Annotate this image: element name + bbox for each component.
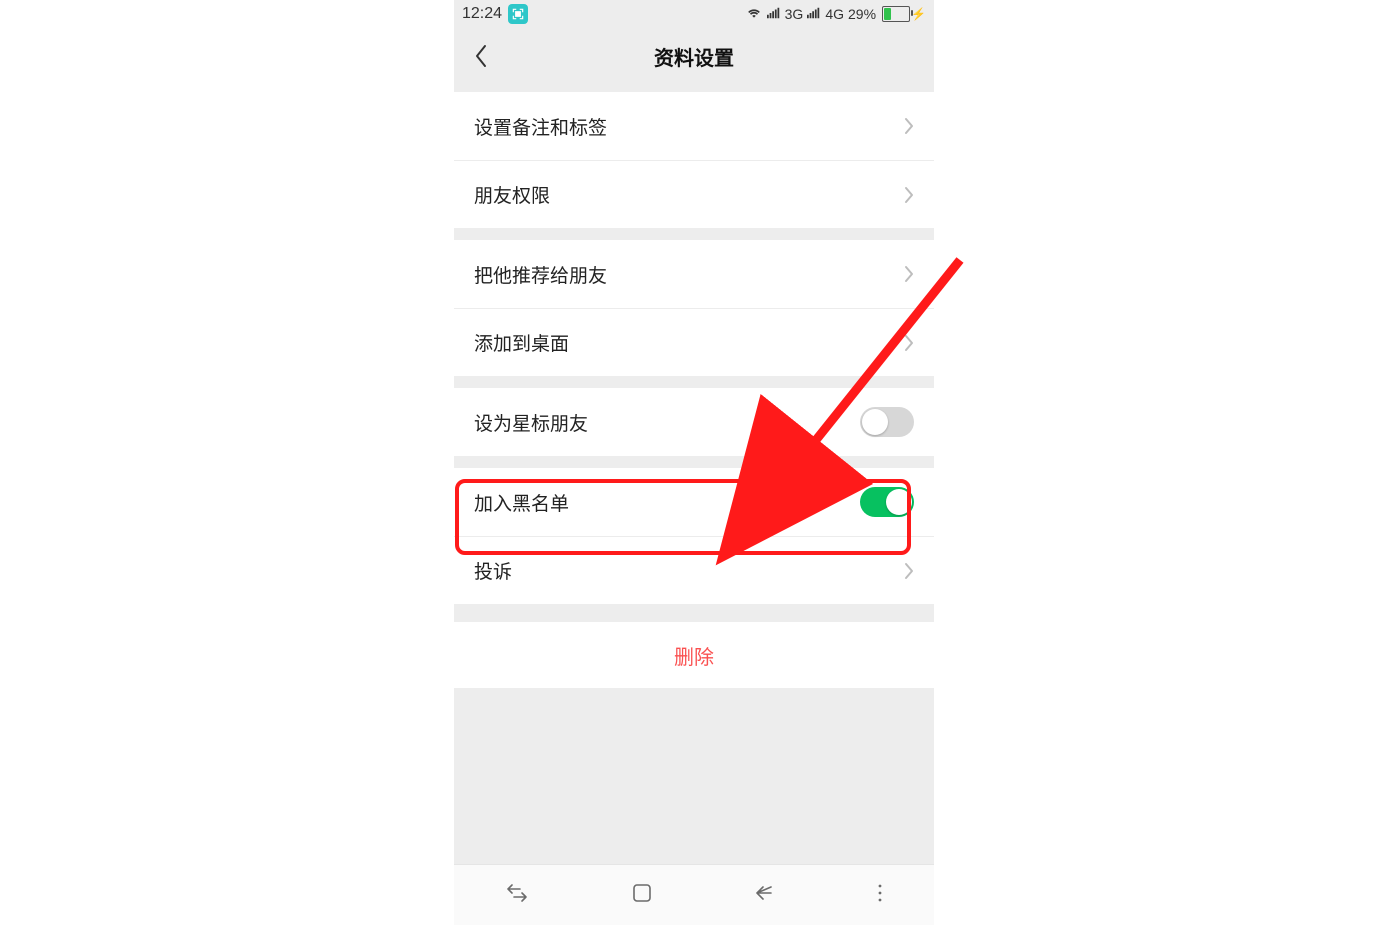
signal-4g-icon: [807, 6, 821, 22]
delete-button[interactable]: 删除: [454, 622, 934, 688]
status-net1: 3G: [785, 6, 804, 22]
row-remark[interactable]: 设置备注和标签: [454, 92, 934, 160]
group-basic: 设置备注和标签 朋友权限: [454, 92, 934, 228]
status-battery-pct: 29%: [848, 6, 876, 22]
row-recommend[interactable]: 把他推荐给朋友: [454, 240, 934, 308]
chevron-right-icon: [904, 265, 914, 283]
scan-icon: [508, 4, 528, 24]
row-report[interactable]: 投诉: [454, 536, 934, 604]
chevron-right-icon: [904, 117, 914, 135]
nav-recent-button[interactable]: [488, 875, 546, 916]
row-star: 设为星标朋友: [454, 388, 934, 456]
wifi-icon: [745, 6, 763, 23]
toggle-star[interactable]: [860, 407, 914, 437]
page-title: 资料设置: [654, 42, 734, 71]
status-net2: 4G: [825, 6, 844, 22]
row-shortcut[interactable]: 添加到桌面: [454, 308, 934, 376]
back-button[interactable]: [466, 28, 496, 84]
page-header: 资料设置: [454, 28, 934, 84]
toggle-blacklist[interactable]: [860, 487, 914, 517]
row-remark-label: 设置备注和标签: [474, 113, 607, 140]
signal-3g-icon: [767, 6, 781, 22]
row-privacy-label: 朋友权限: [474, 181, 550, 208]
status-time: 12:24: [462, 5, 502, 23]
android-navbar: [454, 864, 934, 925]
row-blacklist-label: 加入黑名单: [474, 489, 569, 516]
chevron-right-icon: [904, 186, 914, 204]
chevron-right-icon: [904, 334, 914, 352]
row-blacklist: 加入黑名单: [454, 468, 934, 536]
row-star-label: 设为星标朋友: [474, 409, 588, 436]
row-report-label: 投诉: [474, 557, 512, 584]
chevron-right-icon: [904, 562, 914, 580]
nav-back-button[interactable]: [737, 875, 791, 916]
row-privacy[interactable]: 朋友权限: [454, 160, 934, 228]
group-star: 设为星标朋友: [454, 388, 934, 456]
group-block: 加入黑名单 投诉: [454, 468, 934, 604]
nav-home-button[interactable]: [615, 874, 669, 917]
status-right: 3G 4G 29% ⚡: [745, 6, 926, 23]
row-shortcut-label: 添加到桌面: [474, 329, 569, 356]
phone-frame: 12:24 3G 4G 29% ⚡: [454, 0, 934, 925]
status-bar: 12:24 3G 4G 29% ⚡: [454, 0, 934, 28]
nav-menu-button[interactable]: [860, 875, 900, 916]
canvas: 12:24 3G 4G 29% ⚡: [0, 0, 1387, 925]
battery-icon: ⚡: [880, 6, 926, 22]
group-share: 把他推荐给朋友 添加到桌面: [454, 240, 934, 376]
row-recommend-label: 把他推荐给朋友: [474, 261, 607, 288]
